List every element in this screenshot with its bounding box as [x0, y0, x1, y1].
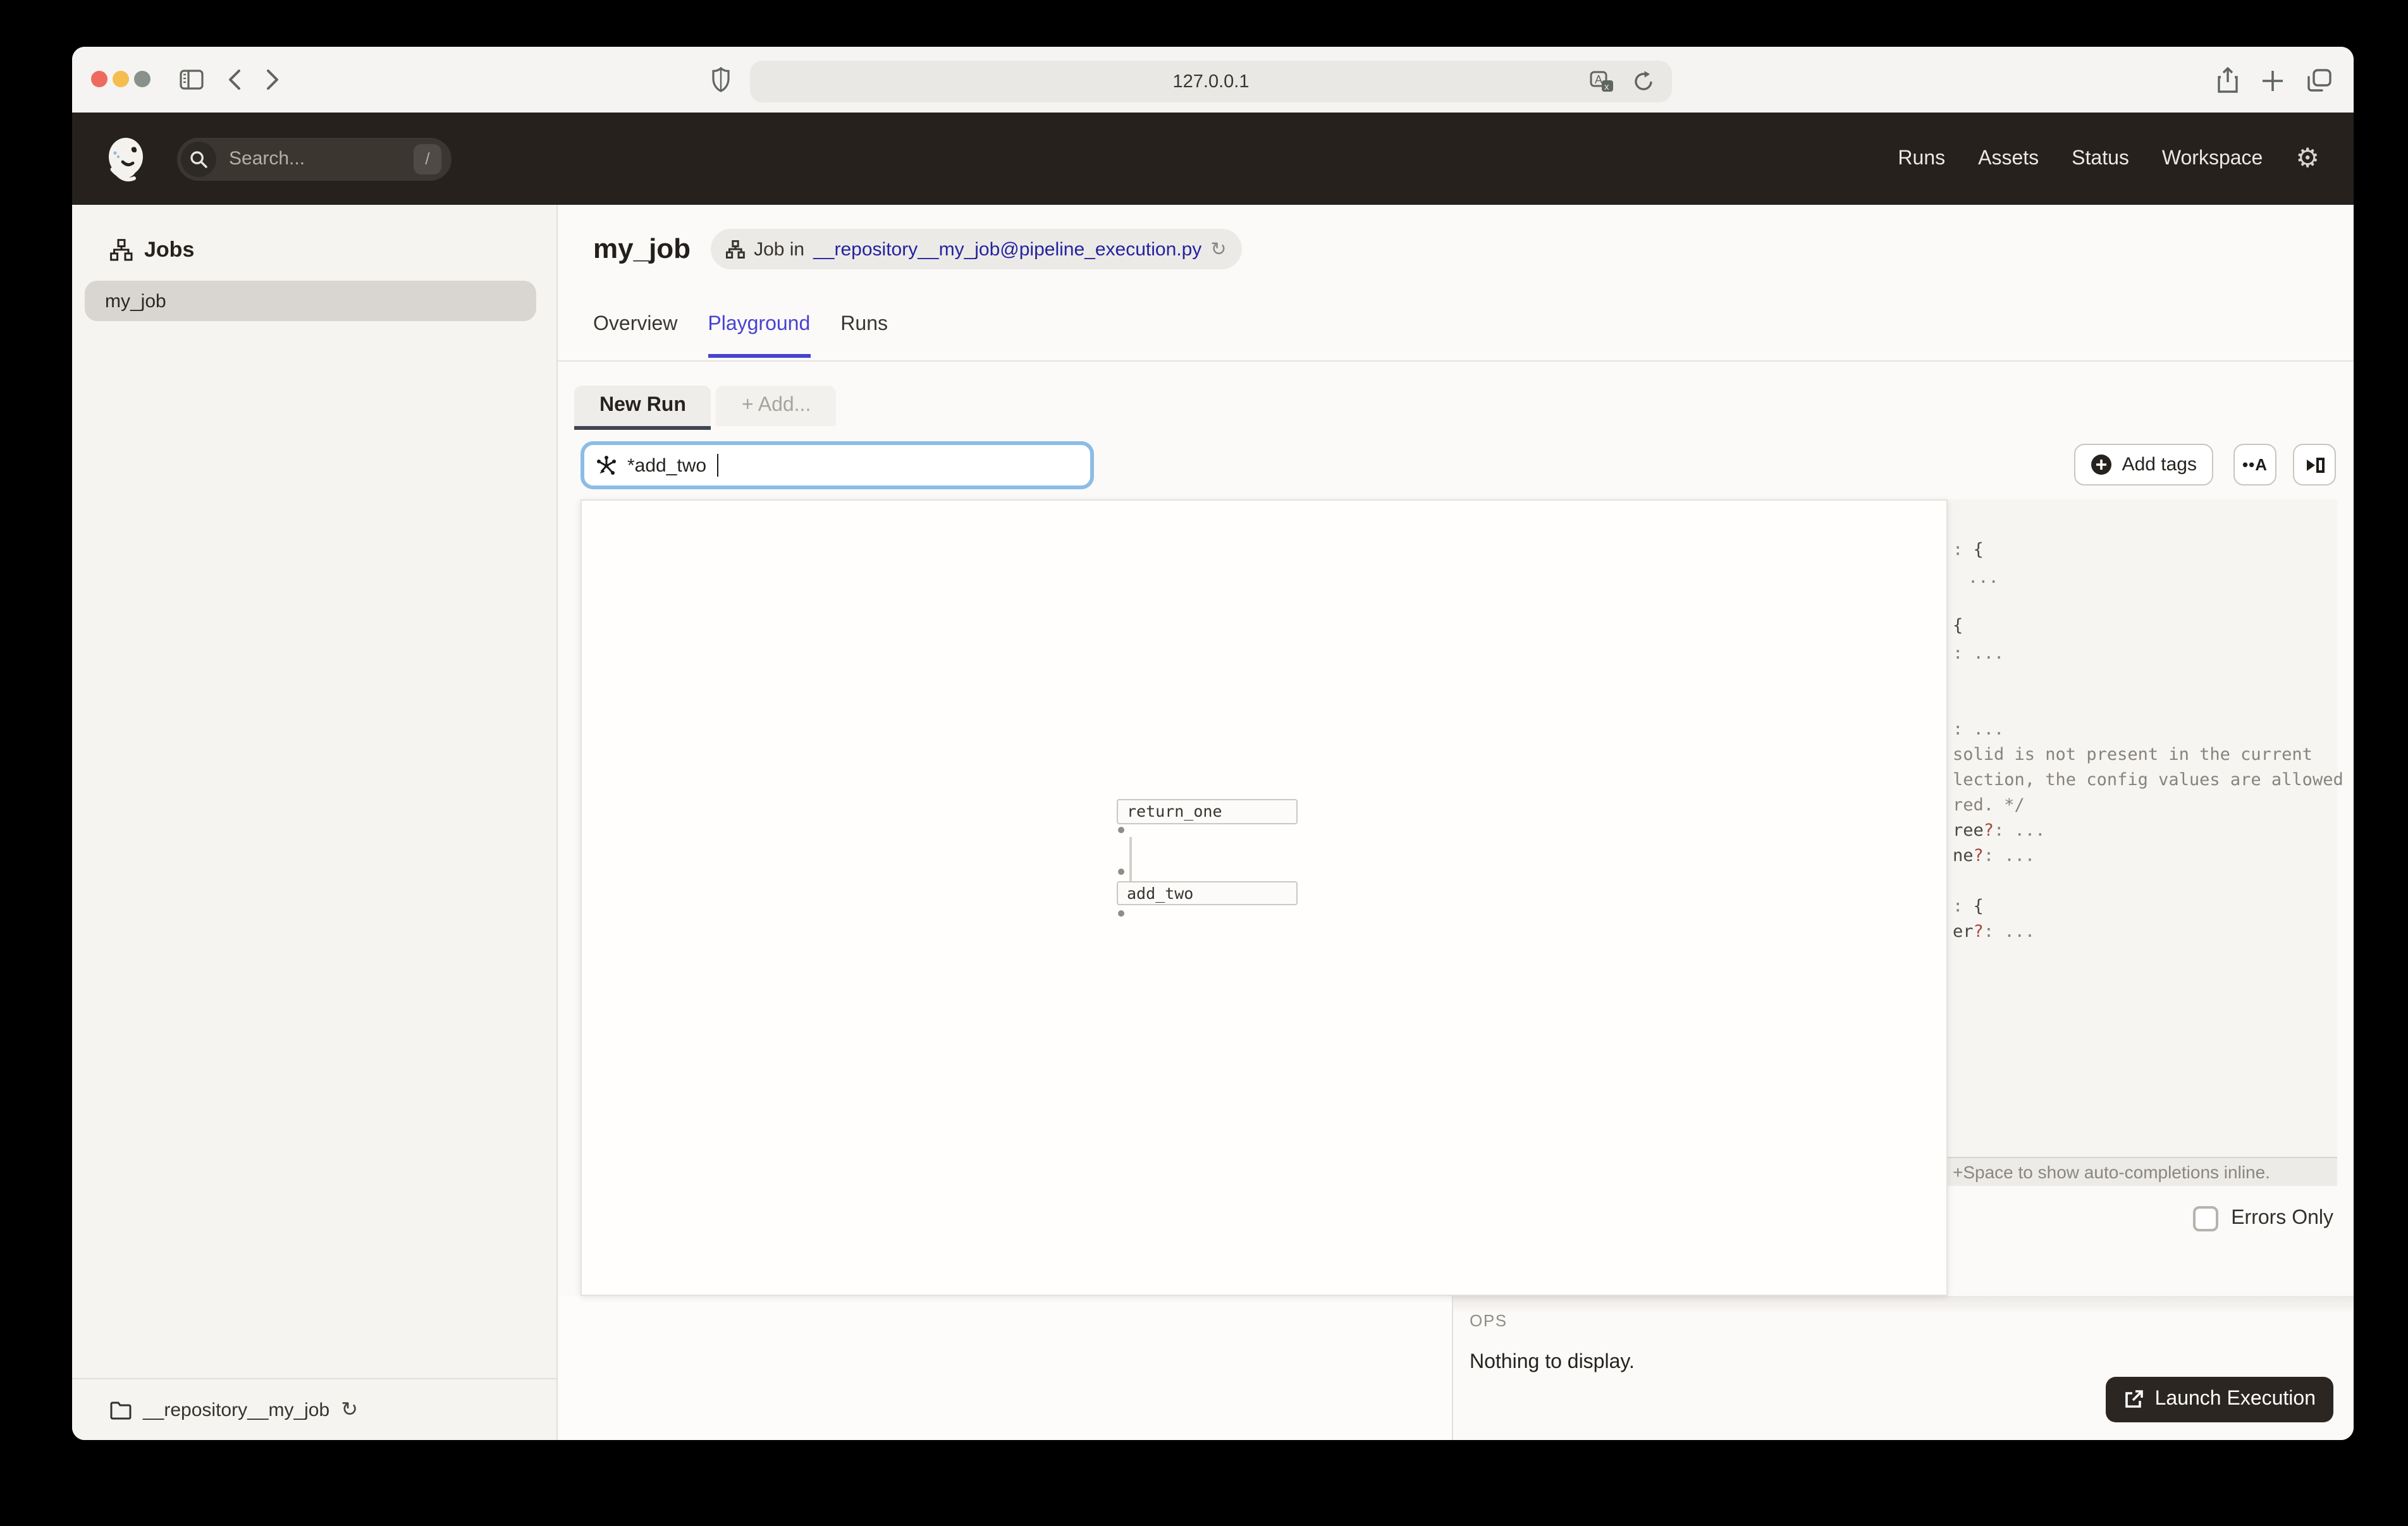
- search-input[interactable]: Search... /: [177, 137, 452, 180]
- translate-icon[interactable]: A x: [1590, 71, 1614, 92]
- config-fragment: er?: ...: [1953, 919, 2035, 944]
- tab-playground[interactable]: Playground: [708, 314, 810, 358]
- autocomplete-icon: ••A: [2242, 455, 2268, 474]
- tab-runs[interactable]: Runs: [840, 314, 888, 358]
- config-fragment: : {: [1953, 537, 1984, 563]
- url-text: 127.0.0.1: [750, 61, 1672, 102]
- svg-text:A: A: [1595, 73, 1602, 86]
- config-fragment: ree?: ...: [1953, 818, 2045, 843]
- repository-reload-icon[interactable]: ↻: [341, 1397, 358, 1422]
- svg-text:x: x: [1604, 82, 1609, 92]
- minimize-window-button[interactable]: [113, 71, 129, 87]
- config-fragment: {: [1953, 613, 1963, 638]
- nav-workspace[interactable]: Workspace: [2162, 147, 2263, 170]
- forward-icon[interactable]: [266, 68, 280, 91]
- sidebar-header: Jobs: [72, 205, 556, 263]
- nav-runs[interactable]: Runs: [1898, 147, 1945, 170]
- main-panel: my_job Job in __repository__my_job@pipel…: [558, 205, 2354, 1440]
- ops-empty-message: Nothing to display.: [1470, 1352, 1635, 1374]
- tab-add-config[interactable]: + Add...: [716, 386, 836, 426]
- job-tabs: Overview Playground Runs: [593, 314, 888, 358]
- errors-only-row: Errors Only: [2193, 1206, 2333, 1231]
- autocomplete-button[interactable]: ••A: [2233, 444, 2276, 485]
- url-bar[interactable]: 127.0.0.1 A x: [750, 61, 1672, 102]
- tab-overview[interactable]: Overview: [593, 314, 677, 358]
- sidebar-item-my-job[interactable]: my_job: [85, 281, 536, 321]
- config-fragment: red. */: [1953, 793, 2025, 818]
- reload-icon[interactable]: [1633, 71, 1654, 92]
- close-window-button[interactable]: [91, 71, 108, 87]
- errors-only-label: Errors Only: [2231, 1207, 2333, 1230]
- editor-hint: +Space to show auto-completions inline.: [1953, 1162, 2270, 1182]
- tabs-divider: [558, 360, 2354, 362]
- title-row: my_job Job in __repository__my_job@pipel…: [593, 229, 1241, 269]
- config-fragment: : ...: [1953, 641, 2004, 666]
- app-header: Search... / Runs Assets Status Workspace…: [72, 113, 2354, 205]
- new-tab-icon[interactable]: [2261, 70, 2284, 92]
- job-icon: [726, 240, 745, 259]
- ops-title: OPS: [1470, 1311, 1508, 1330]
- back-icon[interactable]: [228, 68, 242, 91]
- gear-icon[interactable]: ⚙: [2295, 145, 2319, 172]
- content: Jobs my_job __repository__my_job ↻ my_jo…: [72, 205, 2354, 1440]
- browser-window: 127.0.0.1 A x: [72, 47, 2354, 1440]
- tabs-overview-icon[interactable]: [2307, 68, 2332, 92]
- output-dot: [1118, 910, 1124, 917]
- sidebar: Jobs my_job __repository__my_job ↻: [72, 205, 558, 1440]
- tab-new-run[interactable]: New Run: [574, 386, 711, 430]
- bottom-left-panel: [558, 1296, 1452, 1440]
- repository-name: __repository__my_job: [143, 1399, 329, 1420]
- desktop: 127.0.0.1 A x: [0, 0, 2408, 1526]
- op-node-return-one[interactable]: return_one: [1117, 799, 1298, 824]
- config-fragment: : ...: [1953, 717, 2004, 742]
- launch-icon: [2123, 1389, 2144, 1410]
- sidebar-footer: __repository__my_job ↻: [72, 1378, 556, 1440]
- job-context-link[interactable]: __repository__my_job@pipeline_execution.…: [813, 238, 1201, 260]
- search-icon: [181, 141, 216, 176]
- op-graph-icon: [596, 455, 617, 476]
- add-tags-label: Add tags: [2122, 454, 2197, 475]
- job-context-prefix: Job in: [754, 238, 804, 260]
- sidebar-toggle-icon[interactable]: [180, 70, 204, 90]
- op-selector-input[interactable]: *add_two: [580, 441, 1094, 489]
- jobs-icon: [110, 239, 133, 262]
- page-title: my_job: [593, 233, 691, 266]
- search-placeholder: Search...: [229, 148, 305, 169]
- share-icon[interactable]: [2217, 67, 2239, 94]
- input-dot: [1118, 869, 1124, 875]
- errors-only-checkbox[interactable]: [2193, 1206, 2218, 1231]
- output-dot: [1118, 827, 1124, 833]
- nav-status[interactable]: Status: [2072, 147, 2129, 170]
- config-fragment: solid is not present in the current: [1953, 742, 2313, 767]
- config-fragment: ...: [1968, 565, 1999, 590]
- config-fragment: ne?: ...: [1953, 843, 2035, 869]
- sidebar-title: Jobs: [144, 238, 194, 263]
- config-fragment: : {: [1953, 894, 1984, 919]
- graph-edge: [1129, 837, 1131, 881]
- job-reload-icon[interactable]: ↻: [1210, 238, 1226, 260]
- launch-execution-label: Launch Execution: [2155, 1388, 2316, 1411]
- op-graph-panel[interactable]: return_one add_two: [580, 499, 1948, 1296]
- zoom-window-button[interactable]: [134, 71, 150, 87]
- sidebar-item-label: my_job: [105, 290, 166, 312]
- op-node-add-two[interactable]: add_two: [1117, 881, 1298, 905]
- browser-toolbar: 127.0.0.1 A x: [72, 47, 2354, 113]
- text-caret: [716, 454, 718, 477]
- expand-panel-button[interactable]: [2293, 444, 2336, 485]
- shield-icon[interactable]: [712, 67, 730, 92]
- nav-assets[interactable]: Assets: [1978, 147, 2039, 170]
- add-tags-button[interactable]: Add tags: [2074, 444, 2213, 485]
- run-config-tabs: New Run + Add...: [574, 386, 836, 430]
- config-fragment: lection, the config values are allowed: [1953, 767, 2344, 793]
- job-context-pill: Job in __repository__my_job@pipeline_exe…: [711, 229, 1241, 269]
- search-shortcut-badge: /: [414, 143, 441, 174]
- plus-circle-icon: [2091, 454, 2112, 475]
- dagster-logo[interactable]: [102, 134, 152, 183]
- expand-panel-icon: [2303, 453, 2326, 476]
- launch-execution-button[interactable]: Launch Execution: [2106, 1377, 2333, 1422]
- op-selector-value: *add_two: [627, 455, 706, 476]
- folder-icon: [110, 1400, 132, 1419]
